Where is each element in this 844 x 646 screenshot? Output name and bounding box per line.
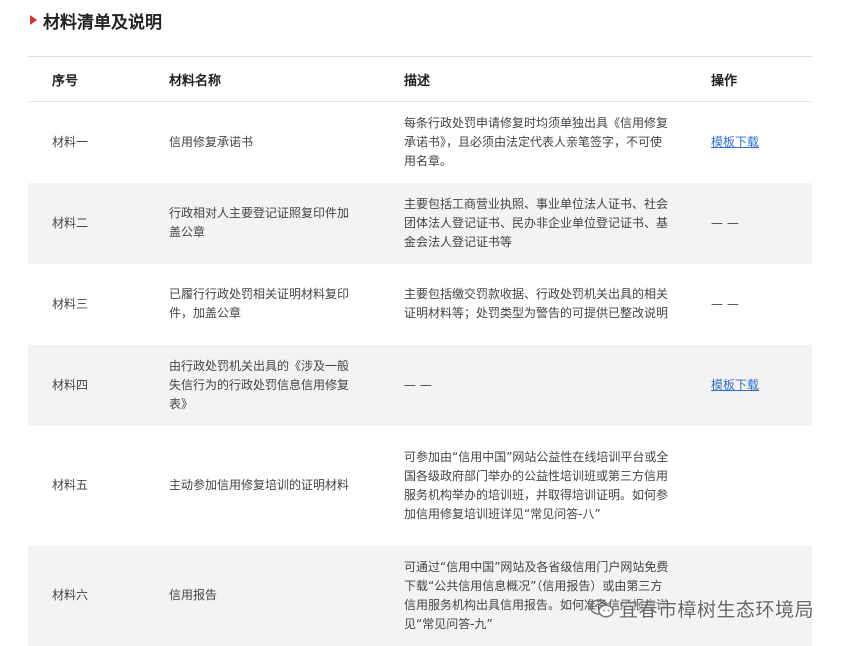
row-action-none: — — bbox=[711, 215, 739, 230]
wechat-icon bbox=[589, 598, 614, 618]
header-description: 描述 bbox=[404, 57, 711, 102]
row-material-name: 信用报告 bbox=[169, 588, 218, 602]
template-download-link[interactable]: 模板下载 bbox=[711, 378, 759, 392]
row-material-name: 主动参加信用修复培训的证明材料 bbox=[169, 478, 350, 492]
row-description: 每条行政处罚申请修复时均须单独出具《信用修复承诺书》，且必须由法定代表人亲笔签字… bbox=[404, 115, 669, 168]
row-action-none: — — bbox=[711, 296, 739, 311]
table-row: 材料二 行政相对人主要登记证照复印件加盖公章 主要包括工商营业执照、事业单位法人… bbox=[28, 182, 812, 264]
row-material-name: 信用修复承诺书 bbox=[169, 134, 254, 149]
watermark-text: 宜春市樟树生态环境局 bbox=[618, 599, 814, 621]
row-description: 可参加由“信用中国”网站公益性在线培训平台或全国各级政府部门举办的公益性培训班或… bbox=[404, 449, 669, 521]
row-action-empty bbox=[711, 425, 812, 546]
table-header-row: 序号 材料名称 描述 操作 bbox=[28, 57, 812, 102]
section-title: 材料清单及说明 bbox=[43, 12, 162, 33]
row-material-name: 已履行行政处罚相关证明材料复印件，加盖公章 bbox=[169, 287, 350, 320]
materials-table: 序号 材料名称 描述 操作 材料一 信用修复承诺书 每条行政处罚申请修复时均须单… bbox=[28, 57, 812, 646]
materials-table-container: 序号 材料名称 描述 操作 材料一 信用修复承诺书 每条行政处罚申请修复时均须单… bbox=[28, 56, 812, 646]
row-index: 材料五 bbox=[28, 425, 169, 546]
watermark: 宜春市樟树生态环境局 bbox=[589, 595, 814, 622]
section-header: 材料清单及说明 bbox=[30, 8, 162, 33]
row-index: 材料四 bbox=[28, 344, 169, 426]
row-index: 材料三 bbox=[28, 263, 169, 345]
header-index: 序号 bbox=[28, 57, 169, 102]
template-download-link[interactable]: 模板下载 bbox=[711, 135, 759, 149]
header-action: 操作 bbox=[711, 57, 812, 102]
row-index: 材料六 bbox=[28, 545, 169, 646]
row-index: 材料二 bbox=[28, 182, 169, 264]
row-material-name: 由行政处罚机关出具的《涉及一般失信行为的行政处罚信息信用修复表》 bbox=[169, 358, 350, 411]
row-description: 主要包括工商营业执照、事业单位法人证书、社会团体法人登记证书、民办非企业单位登记… bbox=[404, 196, 669, 249]
table-row: 材料三 已履行行政处罚相关证明材料复印件，加盖公章 主要包括缴交罚款收据、行政处… bbox=[28, 263, 812, 345]
table-row: 材料四 由行政处罚机关出具的《涉及一般失信行为的行政处罚信息信用修复表》 — —… bbox=[28, 344, 812, 426]
row-description: — — bbox=[404, 377, 432, 392]
table-row: 材料五 主动参加信用修复培训的证明材料 可参加由“信用中国”网站公益性在线培训平… bbox=[28, 425, 812, 546]
row-description: 主要包括缴交罚款收据、行政处罚机关出具的相关证明材料等；处罚类型为警告的可提供已… bbox=[404, 287, 669, 320]
row-material-name: 行政相对人主要登记证照复印件加盖公章 bbox=[169, 206, 350, 239]
table-row: 材料一 信用修复承诺书 每条行政处罚申请修复时均须单独出具《信用修复承诺书》，且… bbox=[28, 101, 812, 183]
triangle-marker-icon bbox=[30, 15, 37, 25]
header-name: 材料名称 bbox=[169, 57, 404, 102]
row-index: 材料一 bbox=[28, 101, 169, 183]
